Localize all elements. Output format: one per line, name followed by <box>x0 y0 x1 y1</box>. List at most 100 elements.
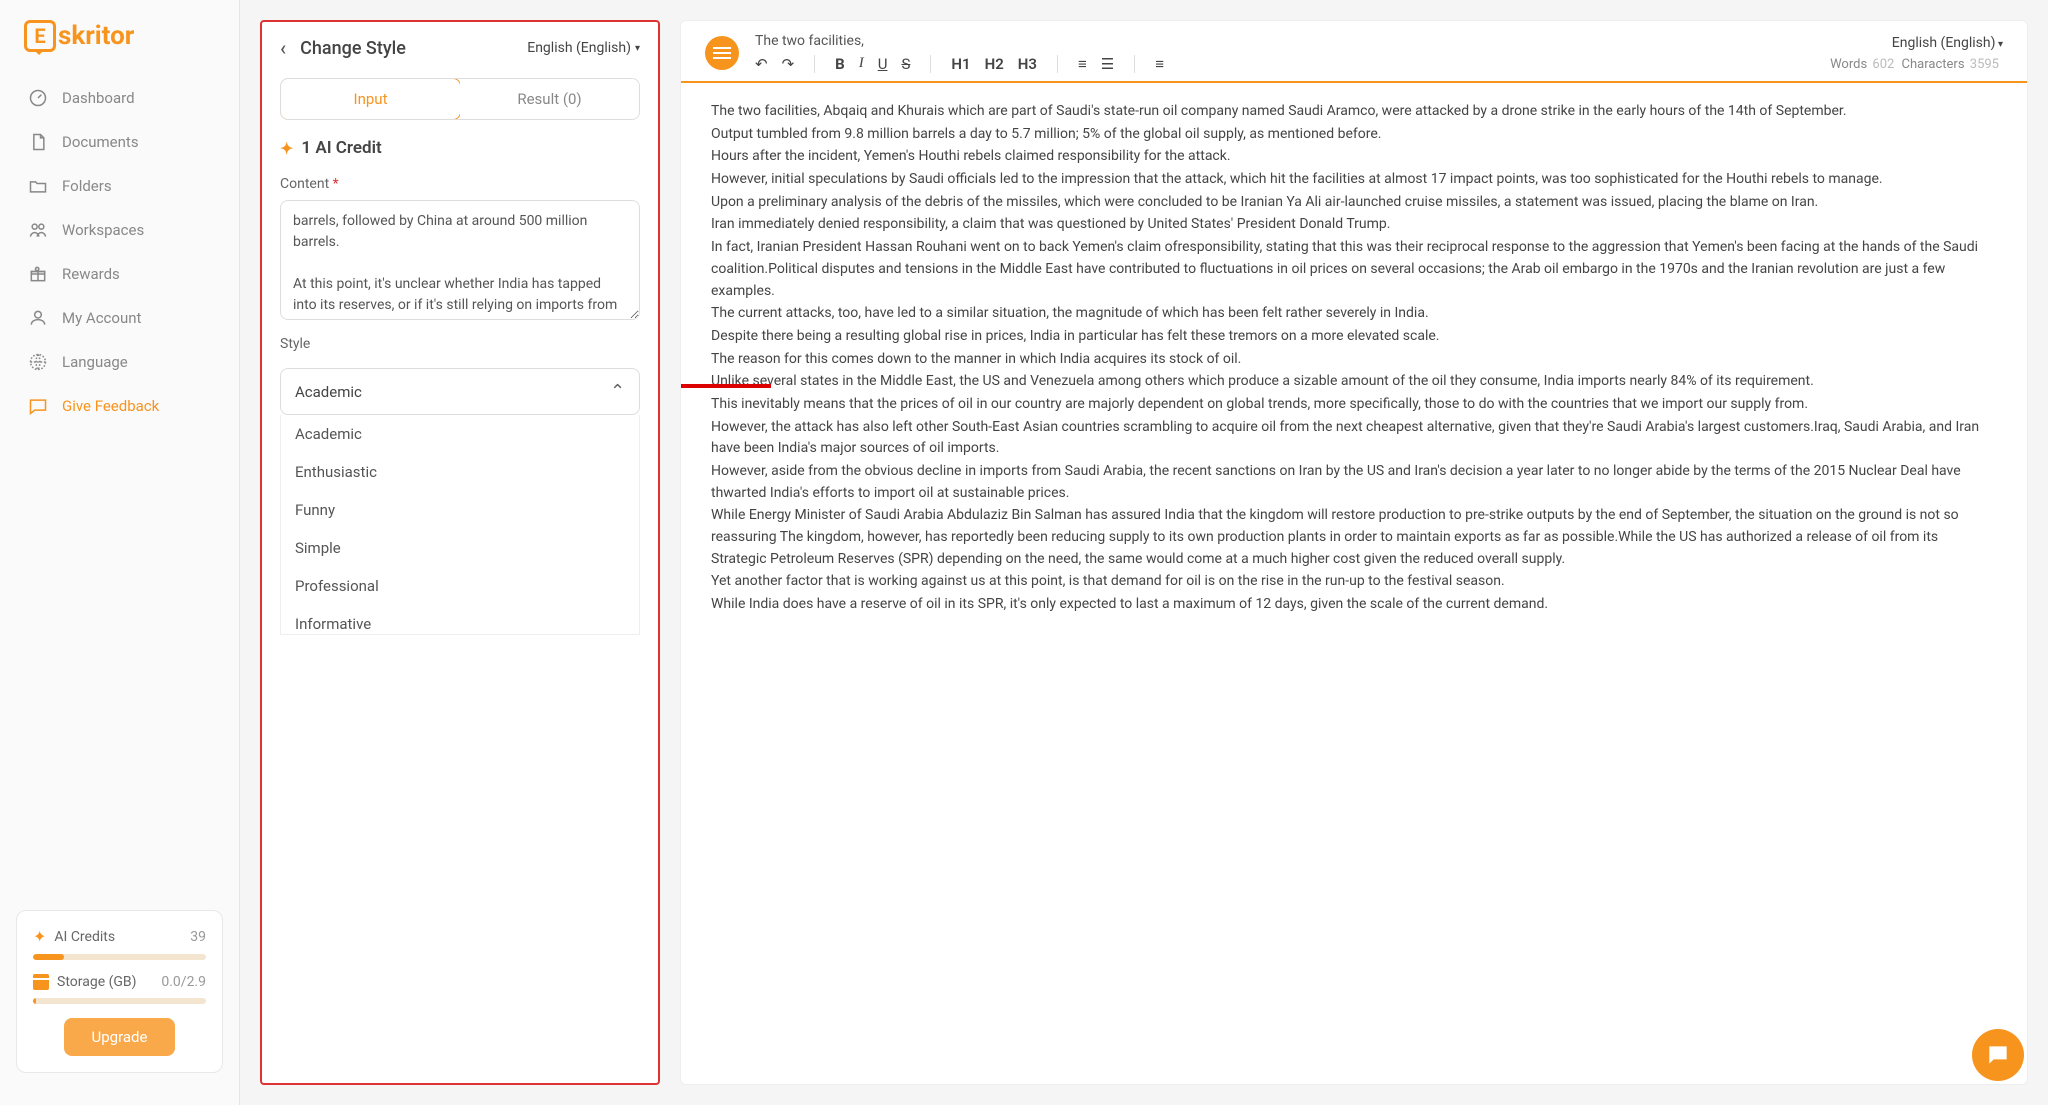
style-option-simple[interactable]: Simple <box>281 529 639 567</box>
content-label: Content * <box>280 176 640 192</box>
ordered-list-button[interactable]: ≡ <box>1078 55 1087 73</box>
sidebar-item-documents[interactable]: Documents <box>12 120 227 164</box>
sidebar-item-label: Workspaces <box>62 221 144 239</box>
storage-value: 0.0/2.9 <box>161 974 206 990</box>
editor-header-right: English (English) Words 602 Characters 3… <box>1830 35 2003 72</box>
sidebar-item-label: Folders <box>62 177 112 195</box>
sidebar-item-workspaces[interactable]: Workspaces <box>12 208 227 252</box>
upgrade-button[interactable]: Upgrade <box>64 1018 176 1056</box>
paragraph[interactable]: Output tumbled from 9.8 million barrels … <box>711 124 1997 146</box>
paragraph[interactable]: Hours after the incident, Yemen's Houthi… <box>711 146 1997 168</box>
credits-label: AI Credits <box>54 929 115 945</box>
h1-button[interactable]: H1 <box>951 55 970 73</box>
tab-result[interactable]: Result (0) <box>460 79 639 119</box>
divider <box>1134 55 1135 73</box>
doc-stats: Words 602 Characters 3595 <box>1830 57 2003 72</box>
paragraph[interactable]: While Energy Minister of Saudi Arabia Ab… <box>711 505 1997 570</box>
sidebar-item-feedback[interactable]: Give Feedback <box>12 384 227 428</box>
chat-icon <box>1985 1042 2011 1068</box>
panel-header: ‹ Change Style English (English) <box>280 36 640 60</box>
paragraph[interactable]: While India does have a reserve of oil i… <box>711 594 1997 616</box>
language-select-left[interactable]: English (English) <box>527 40 640 56</box>
h3-button[interactable]: H3 <box>1018 55 1037 73</box>
style-select: Academic Academic Enthusiastic Funny Sim… <box>280 368 640 635</box>
italic-button[interactable]: I <box>859 55 864 73</box>
underline-button[interactable]: U <box>878 55 888 73</box>
style-option-funny[interactable]: Funny <box>281 491 639 529</box>
credits-bar-fill <box>33 954 64 960</box>
chars-label: Characters <box>1902 57 1965 72</box>
sidebar-item-label: Language <box>62 353 128 371</box>
paragraph[interactable]: Yet another factor that is working again… <box>711 571 1997 593</box>
redo-button[interactable]: ↷ <box>782 55 795 73</box>
logo[interactable]: E skritor <box>0 20 239 76</box>
logo-icon: E <box>24 20 56 52</box>
chars-count: 3595 <box>1970 57 1999 72</box>
language-select-right[interactable]: English (English) <box>1830 35 2003 51</box>
menu-toggle-button[interactable] <box>705 36 739 70</box>
sparkle-icon: ✦ <box>33 927 46 946</box>
toolbar: ↶ ↷ B I U S H1 H2 <box>755 55 1164 73</box>
undo-button[interactable]: ↶ <box>755 55 768 73</box>
logo-text: skritor <box>58 21 134 51</box>
tab-input[interactable]: Input <box>280 78 461 120</box>
folders-icon <box>28 176 48 196</box>
panel-title-row: ‹ Change Style <box>280 36 406 60</box>
chat-fab[interactable] <box>1972 1029 2024 1081</box>
paragraph[interactable]: The current attacks, too, have led to a … <box>711 303 1997 325</box>
style-option-professional[interactable]: Professional <box>281 567 639 605</box>
document-title[interactable]: The two facilities, <box>755 33 1164 49</box>
style-option-informative[interactable]: Informative <box>281 605 639 635</box>
back-icon[interactable]: ‹ <box>280 36 286 60</box>
rewards-icon <box>28 264 48 284</box>
sidebar-item-account[interactable]: My Account <box>12 296 227 340</box>
bold-button[interactable]: B <box>835 55 845 73</box>
credits-value: 39 <box>190 929 206 945</box>
style-select-head[interactable]: Academic <box>280 368 640 415</box>
paragraph[interactable]: However, initial speculations by Saudi o… <box>711 169 1997 191</box>
sidebar-item-folders[interactable]: Folders <box>12 164 227 208</box>
style-label: Style <box>280 336 640 352</box>
paragraph[interactable]: In fact, Iranian President Hassan Rouhan… <box>711 237 1997 302</box>
workspaces-icon <box>28 220 48 240</box>
strike-button[interactable]: S <box>901 55 910 73</box>
paragraph[interactable]: Iran immediately denied responsibility, … <box>711 214 1997 236</box>
sidebar-item-dashboard[interactable]: Dashboard <box>12 76 227 120</box>
style-option-academic[interactable]: Academic <box>281 415 639 453</box>
paragraph[interactable]: Upon a preliminary analysis of the debri… <box>711 192 1997 214</box>
paragraph[interactable]: The two facilities, Abqaiq and Khurais w… <box>711 101 1997 123</box>
documents-icon <box>28 132 48 152</box>
words-label: Words <box>1830 57 1867 72</box>
sidebar-item-label: Give Feedback <box>62 397 159 415</box>
divider <box>1057 55 1058 73</box>
language-icon <box>28 352 48 372</box>
align-button[interactable]: ≡ <box>1155 55 1164 73</box>
credit-cost: ✦ 1 AI Credit <box>280 138 640 158</box>
content-textarea[interactable] <box>280 200 640 320</box>
editor-header-left: The two facilities, ↶ ↷ B I U S <box>705 33 1164 73</box>
unordered-list-button[interactable]: ☰ <box>1101 55 1114 73</box>
sidebar-item-label: Documents <box>62 133 139 151</box>
panel-title: Change Style <box>300 38 406 59</box>
storage-bar <box>33 998 206 1004</box>
h2-button[interactable]: H2 <box>985 55 1004 73</box>
credits-bar <box>33 954 206 960</box>
paragraph[interactable]: This inevitably means that the prices of… <box>711 394 1997 416</box>
credits-row: ✦ AI Credits 39 <box>33 927 206 946</box>
sidebar-item-label: Dashboard <box>62 89 135 107</box>
editor-body[interactable]: ✦ The two facilities, Abqaiq and Khurais… <box>681 83 2027 1084</box>
paragraph[interactable]: Unlike several states in the Middle East… <box>711 371 1997 393</box>
tabs: Input Result (0) <box>280 78 640 120</box>
paragraph[interactable]: Despite there being a resulting global r… <box>711 326 1997 348</box>
sidebar-item-rewards[interactable]: Rewards <box>12 252 227 296</box>
editor-title-col: The two facilities, ↶ ↷ B I U S <box>755 33 1164 73</box>
usage-card: ✦ AI Credits 39 Storage (GB) 0.0/2.9 Upg… <box>16 910 223 1073</box>
style-option-enthusiastic[interactable]: Enthusiastic <box>281 453 639 491</box>
paragraph[interactable]: However, aside from the obvious decline … <box>711 461 1997 504</box>
feedback-icon <box>28 396 48 416</box>
sidebar-item-language[interactable]: Language <box>12 340 227 384</box>
editor-panel: The two facilities, ↶ ↷ B I U S <box>680 20 2028 1085</box>
words-count: 602 <box>1872 57 1894 72</box>
paragraph[interactable]: However, the attack has also left other … <box>711 417 1997 460</box>
paragraph[interactable]: The reason for this comes down to the ma… <box>711 349 1997 371</box>
